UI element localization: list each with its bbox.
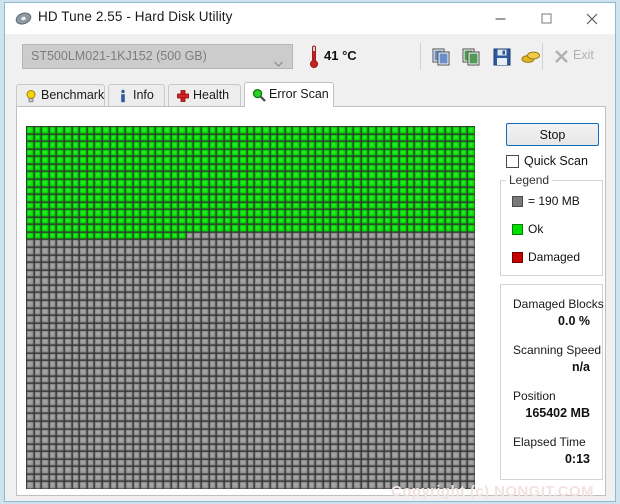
maximize-button[interactable] <box>523 3 569 34</box>
tab-info[interactable]: Info <box>108 84 165 107</box>
toolbar-separator-2 <box>542 43 543 70</box>
stat-scanning-speed-value: n/a <box>571 360 590 374</box>
title-bar: HD Tune 2.55 - Hard Disk Utility <box>5 3 615 34</box>
copy-green-icon[interactable] <box>461 46 483 68</box>
red-cross-icon <box>176 89 190 103</box>
thermometer-icon <box>308 45 320 69</box>
quick-scan-box[interactable] <box>506 155 519 168</box>
hd-tune-window: HD Tune 2.55 - Hard Disk Utility ST500LM… <box>4 2 616 502</box>
stat-elapsed-time-label: Elapsed Time <box>513 435 586 449</box>
exit-label: Exit <box>573 48 594 62</box>
stop-button[interactable]: Stop <box>506 123 599 146</box>
gold-coins-icon[interactable] <box>520 46 542 68</box>
legend-label-ok: Ok <box>528 222 544 236</box>
block-map-canvas[interactable] <box>26 126 475 489</box>
quick-scan-label: Quick Scan <box>524 154 588 168</box>
temperature-value: 41 °C <box>324 48 357 63</box>
magnifier-icon <box>252 88 266 102</box>
scan-stats-group: Damaged Blocks 0.0 % Scanning Speed n/a … <box>500 284 604 480</box>
stat-position-value: 165402 MB <box>525 406 590 420</box>
tab-benchmark[interactable]: Benchmark <box>16 84 105 107</box>
legend-label-damaged: Damaged <box>528 250 581 264</box>
copy-blue-icon[interactable] <box>431 46 453 68</box>
lightbulb-icon <box>24 89 38 103</box>
stat-scanning-speed-label: Scanning Speed <box>513 343 602 357</box>
tab-benchmark-label: Benchmark <box>41 88 105 102</box>
info-icon <box>116 89 130 103</box>
legend-title: Legend <box>506 173 553 187</box>
toolbar-separator <box>420 43 421 70</box>
close-x-icon <box>554 49 569 64</box>
stat-position-label: Position <box>513 389 556 403</box>
error-scan-panel: Stop Quick Scan Legend = 190 MB Ok Damag… <box>16 106 606 496</box>
toolbar: ST500LM021-1KJ152 (500 GB) 41 °C Exit <box>5 34 615 79</box>
drive-select-label: ST500LM021-1KJ152 (500 GB) <box>31 49 207 63</box>
watermark: Copyright (c) NONGIT.COM <box>391 483 594 500</box>
chevron-down-icon <box>274 54 283 67</box>
tab-error-scan-label: Error Scan <box>269 87 329 101</box>
block-grey-swatch <box>512 196 523 207</box>
tab-health-label: Health <box>193 88 230 102</box>
tab-health[interactable]: Health <box>168 84 241 107</box>
legend-group: Legend = 190 MB Ok Damaged <box>500 173 603 276</box>
tab-strip: Benchmark Info Health Error Scan <box>16 82 606 107</box>
stat-damaged-blocks-label: Damaged Blocks <box>513 297 604 311</box>
minimize-button[interactable] <box>477 3 523 34</box>
disk-icon <box>15 10 32 27</box>
tab-info-label: Info <box>133 88 154 102</box>
close-button[interactable] <box>569 3 615 34</box>
tab-error-scan[interactable]: Error Scan <box>244 82 334 107</box>
save-floppy-icon[interactable] <box>491 46 513 68</box>
stat-damaged-blocks-value: 0.0 % <box>558 314 590 328</box>
block-damaged-swatch <box>512 252 523 263</box>
stat-elapsed-time-value: 0:13 <box>564 452 590 466</box>
drive-select[interactable]: ST500LM021-1KJ152 (500 GB) <box>22 44 293 69</box>
window-title: HD Tune 2.55 - Hard Disk Utility <box>38 9 233 24</box>
block-ok-swatch <box>512 224 523 235</box>
block-map[interactable] <box>26 126 475 489</box>
legend-label-block-size: = 190 MB <box>528 194 580 208</box>
